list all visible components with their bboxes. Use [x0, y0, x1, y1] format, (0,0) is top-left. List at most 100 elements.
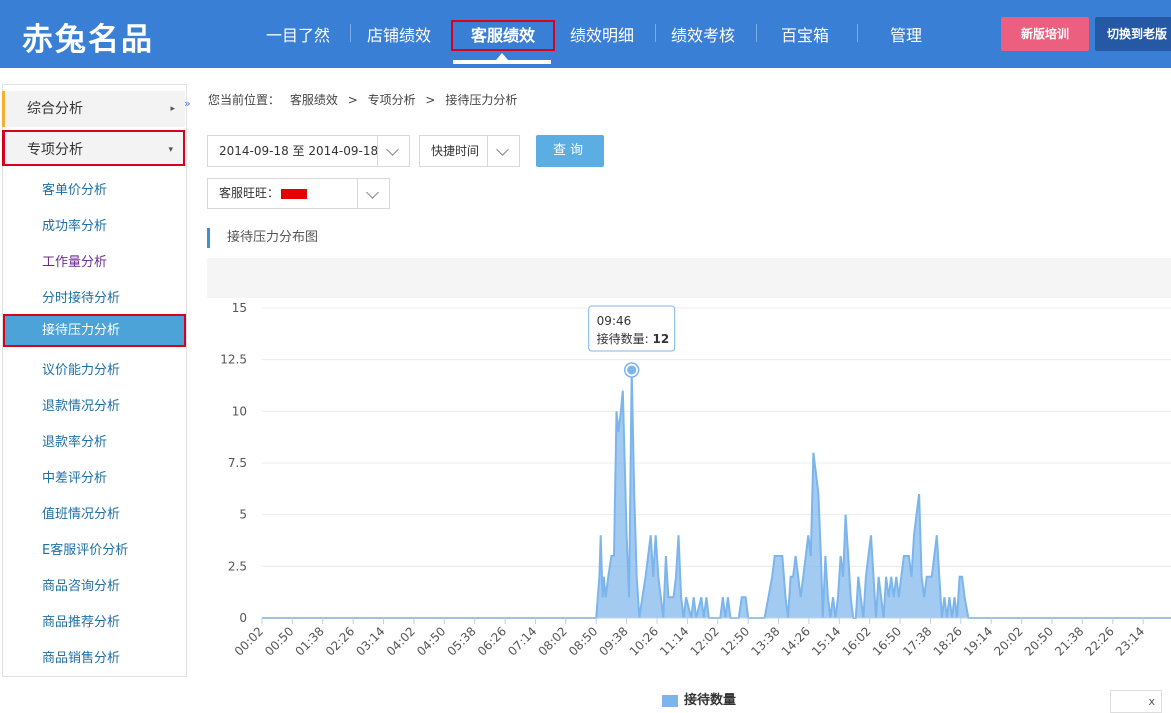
sidebar-item-product-recommend[interactable]: 商品推荐分析: [42, 611, 120, 630]
sidebar-item-product-inquiry[interactable]: 商品咨询分析: [42, 575, 120, 594]
highlight-point: [627, 365, 637, 375]
nav-item-store-performance[interactable]: 店铺绩效: [367, 22, 431, 46]
x-tick-label: 16:02: [839, 624, 873, 658]
x-tick-label: 08:50: [566, 624, 600, 658]
x-tick-label: 12:50: [718, 624, 752, 658]
quick-time-value: 快捷时间: [431, 144, 480, 158]
sidebar-item-success-rate[interactable]: 成功率分析: [42, 215, 107, 234]
legend-label: 接待数量: [684, 693, 737, 708]
x-tick-label: 12:02: [688, 624, 722, 658]
x-tick-label: 09:38: [596, 624, 630, 658]
sidebar-item-refund-rate[interactable]: 退款率分析: [42, 431, 107, 450]
nav-active-underline: [453, 60, 551, 64]
nav-divider: [857, 24, 858, 42]
breadcrumb-separator: >: [425, 93, 436, 107]
x-tick-label: 15:14: [809, 624, 843, 658]
x-tick-label: 19:14: [961, 624, 995, 658]
x-tick-label: 05:38: [444, 624, 478, 658]
chevron-right-icon: ▸: [170, 104, 175, 114]
y-tick-label: 10: [232, 404, 247, 418]
x-tick-label: 00:02: [232, 624, 266, 658]
chart-toolbar-strip: [207, 258, 1171, 298]
x-tick-label: 14:26: [779, 624, 813, 658]
chevron-down-icon[interactable]: [357, 179, 389, 209]
query-button[interactable]: 查询: [536, 135, 604, 167]
sidebar-item-negative-review[interactable]: 中差评分析: [42, 467, 107, 486]
sidebar-item-e-service-rating[interactable]: E客服评价分析: [42, 539, 128, 558]
nav-item-toolbox[interactable]: 百宝箱: [781, 22, 829, 46]
x-tick-label: 00:50: [262, 624, 296, 658]
breadcrumb-link[interactable]: 专项分析: [368, 93, 416, 107]
redacted-name-mark: [281, 188, 308, 199]
x-tick-label: 17:38: [900, 624, 934, 658]
sidebar-item-product-sales[interactable]: 商品销售分析: [42, 647, 120, 666]
quick-time-select[interactable]: 快捷时间: [419, 135, 520, 167]
y-tick-label: 0: [239, 611, 247, 625]
y-tick-label: 5: [239, 508, 247, 522]
nav-divider: [350, 24, 351, 42]
chart-legend[interactable]: 接待数量: [662, 689, 736, 708]
brand-logo[interactable]: 赤兔名品: [22, 14, 154, 59]
section-title: 接待压力分布图: [207, 228, 318, 248]
breadcrumb-link[interactable]: 客服绩效: [290, 93, 338, 107]
date-range-value: 2014-09-18 至 2014-09-18: [219, 144, 379, 158]
x-tick-label: 10:26: [627, 624, 661, 658]
y-tick-label: 15: [232, 301, 247, 315]
nav-item-manage[interactable]: 管理: [890, 22, 922, 46]
new-training-button[interactable]: 新版培训: [1001, 17, 1089, 51]
x-tick-label: 08:02: [536, 624, 570, 658]
x-tick-label: 07:14: [505, 624, 539, 658]
sidebar-group-special[interactable]: 专项分析 ▾: [2, 130, 185, 166]
close-button[interactable]: x: [1110, 690, 1162, 713]
x-tick-label: 06:26: [475, 624, 509, 658]
breadcrumb: 您当前位置： 客服绩效 > 专项分析 > 接待压力分析: [208, 91, 523, 108]
chevron-down-icon: ▾: [168, 145, 173, 155]
sidebar-item-order-value[interactable]: 客单价分析: [42, 179, 107, 198]
breadcrumb-current: 接待压力分析: [445, 93, 518, 107]
x-tick-label: 01:38: [293, 624, 327, 658]
sidebar-item-workload[interactable]: 工作量分析: [42, 251, 107, 270]
x-tick-label: 21:38: [1052, 624, 1086, 658]
nav-item-overview[interactable]: 一目了然: [266, 22, 330, 46]
x-tick-label: 04:50: [414, 624, 448, 658]
sidebar-group-label: 专项分析: [27, 142, 83, 158]
sidebar-item-bargaining[interactable]: 议价能力分析: [42, 359, 120, 378]
nav-item-performance-detail[interactable]: 绩效明细: [570, 22, 634, 46]
sidebar-group-comprehensive[interactable]: 综合分析 ▸: [2, 91, 185, 127]
x-tick-label: 16:50: [870, 624, 904, 658]
x-tick-label: 04:02: [384, 624, 418, 658]
y-tick-label: 7.5: [228, 456, 247, 470]
breadcrumb-separator: >: [347, 93, 358, 107]
nav-divider: [655, 24, 656, 42]
area-series-line: [262, 369, 1171, 619]
y-tick-label: 12.5: [220, 353, 247, 367]
sidebar-item-duty[interactable]: 值班情况分析: [42, 503, 120, 522]
x-tick-label: 23:14: [1113, 624, 1147, 658]
x-tick-label: 18:26: [931, 624, 965, 658]
nav-item-assessment[interactable]: 绩效考核: [671, 22, 735, 46]
tooltip-time: 09:46: [597, 314, 632, 328]
chevron-down-icon[interactable]: [377, 136, 409, 166]
legend-swatch: [662, 694, 678, 707]
collapse-sidebar-icon[interactable]: »: [184, 97, 191, 110]
wangwang-select[interactable]: 客服旺旺：: [207, 178, 390, 209]
top-bar: 赤兔名品 一目了然 店铺绩效 客服绩效 绩效明细 绩效考核 百宝箱 管理 新版培…: [0, 0, 1171, 68]
sidebar-item-refund-status[interactable]: 退款情况分析: [42, 395, 120, 414]
wangwang-label: 客服旺旺：: [219, 186, 280, 200]
switch-old-version-button[interactable]: 切换到老版: [1095, 17, 1171, 51]
chevron-down-icon[interactable]: [487, 136, 519, 166]
reception-pressure-chart: 0 2.5 5 7.5 10 12.5 15 00:0200:5001:3802:2603:1…: [220, 301, 1171, 659]
x-tick-label: 20:50: [1022, 624, 1056, 658]
date-range-picker[interactable]: 2014-09-18 至 2014-09-18: [207, 135, 410, 167]
y-tick-label: 2.5: [228, 559, 247, 573]
x-tick-label: 03:14: [353, 624, 387, 658]
area-series-fill: [262, 370, 1171, 618]
tooltip-label: 接待数量: 12: [597, 331, 670, 346]
sidebar-group-label: 综合分析: [27, 101, 83, 117]
sidebar-item-reception-pressure[interactable]: 接待压力分析: [3, 314, 186, 347]
sidebar-item-hourly-reception[interactable]: 分时接待分析: [42, 287, 120, 306]
tooltip-value: 12: [653, 332, 670, 346]
nav-active-caret-icon: [496, 53, 508, 60]
nav-item-service-performance[interactable]: 客服绩效: [451, 20, 555, 51]
x-tick-label: 22:26: [1083, 624, 1117, 658]
